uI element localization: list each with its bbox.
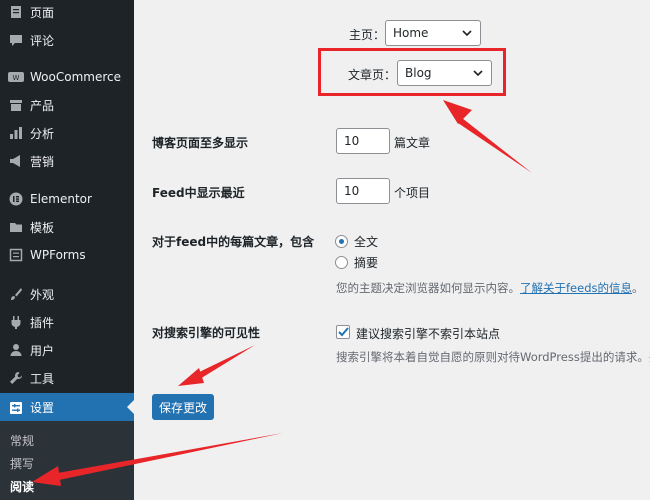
settings-submenu: 常规 撰写 阅读 xyxy=(0,421,134,500)
sidebar-item-label: 分析 xyxy=(30,126,55,141)
svg-text:W: W xyxy=(13,74,20,82)
checkmark-icon xyxy=(338,327,349,337)
posts-per-page-unit: 篇文章 xyxy=(394,136,431,150)
sidebar-item-appearance[interactable]: 外观 xyxy=(0,280,134,308)
sidebar-item-elementor[interactable]: Elementor xyxy=(0,185,134,213)
full-text-radio[interactable] xyxy=(335,235,348,248)
submenu-item-reading[interactable]: 阅读 xyxy=(10,478,34,495)
feed-items-input[interactable]: 10 xyxy=(336,178,390,204)
sidebar-item-marketing[interactable]: 营销 xyxy=(0,147,134,175)
sidebar-item-woocommerce[interactable]: W WooCommerce xyxy=(0,63,134,91)
sidebar-item-label: 用户 xyxy=(30,343,55,358)
sidebar-item-label: WooCommerce xyxy=(30,70,121,84)
sidebar-item-pages[interactable]: 页面 xyxy=(0,0,134,26)
feed-description-text: 您的主题决定浏览器如何显示内容。 xyxy=(336,281,520,295)
sidebar-item-label: Elementor xyxy=(30,192,92,206)
summary-radio[interactable] xyxy=(335,256,348,269)
comment-icon xyxy=(8,32,24,48)
settings-icon xyxy=(8,400,24,416)
sidebar-item-products[interactable]: 产品 xyxy=(0,91,134,119)
submenu-item-general[interactable]: 常规 xyxy=(10,432,34,449)
sidebar-item-label: 外观 xyxy=(30,287,55,302)
sidebar-item-templates[interactable]: 模板 xyxy=(0,213,134,241)
woocommerce-icon: W xyxy=(8,69,24,85)
full-text-label: 全文 xyxy=(354,235,379,249)
discourage-search-label: 建议搜索引擎不索引本站点 xyxy=(356,327,501,341)
sidebar-item-tools[interactable]: 工具 xyxy=(0,364,134,392)
folder-icon xyxy=(8,219,24,235)
posts-per-page-value: 10 xyxy=(344,134,360,148)
search-visibility-label: 对搜索引擎的可见性 xyxy=(152,326,261,340)
sidebar-item-label: 页面 xyxy=(30,5,55,20)
feed-content-label: 对于feed中的每篇文章，包含 xyxy=(152,235,315,249)
front-page-value: Home xyxy=(393,26,429,40)
sidebar-item-comments[interactable]: 评论 xyxy=(0,26,134,54)
submenu-item-writing[interactable]: 撰写 xyxy=(10,455,34,472)
sidebar-item-users[interactable]: 用户 xyxy=(0,336,134,364)
sidebar-item-wpforms[interactable]: WPForms xyxy=(0,241,134,269)
feed-description-suffix: 。 xyxy=(632,281,644,295)
feed-items-value: 10 xyxy=(344,184,360,198)
save-changes-button[interactable]: 保存更改 xyxy=(152,394,214,420)
archive-icon xyxy=(8,97,24,113)
summary-label: 摘要 xyxy=(354,256,379,270)
bar-chart-icon xyxy=(8,125,24,141)
highlight-box xyxy=(318,48,506,96)
sidebar-item-settings[interactable]: 设置 xyxy=(0,393,134,422)
feed-description: 您的主题决定浏览器如何显示内容。了解关于feeds的信息。 xyxy=(336,280,644,296)
feed-items-label: Feed中显示最近 xyxy=(152,186,245,200)
megaphone-icon xyxy=(8,153,24,169)
sidebar-item-label: WPForms xyxy=(30,248,86,262)
sidebar-item-label: 产品 xyxy=(30,98,55,113)
front-page-label: 主页： xyxy=(349,28,386,42)
discourage-search-checkbox[interactable] xyxy=(336,325,350,339)
paintbrush-icon xyxy=(8,286,24,302)
search-visibility-description: 搜索引擎将本着自觉自愿的原则对待WordPress提出的请求。并 xyxy=(336,350,650,364)
form-icon xyxy=(8,247,24,263)
wrench-icon xyxy=(8,370,24,386)
plugin-icon xyxy=(8,314,24,330)
feeds-info-link[interactable]: 了解关于feeds的信息 xyxy=(520,281,632,295)
elementor-icon xyxy=(8,191,24,207)
sidebar-item-label: 营销 xyxy=(30,154,55,169)
feed-items-unit: 个项目 xyxy=(394,186,431,200)
admin-sidebar: 页面 评论 W WooCommerce 产品 分析 营销 Elementor 模… xyxy=(0,0,134,500)
sidebar-item-label: 工具 xyxy=(30,371,55,386)
sidebar-item-label: 模板 xyxy=(30,220,55,235)
sidebar-item-analytics[interactable]: 分析 xyxy=(0,119,134,147)
user-icon xyxy=(8,342,24,358)
page-icon xyxy=(8,4,24,20)
sidebar-item-label: 评论 xyxy=(30,33,55,48)
sidebar-item-label: 插件 xyxy=(30,315,55,330)
front-page-select[interactable]: Home xyxy=(385,20,481,46)
sidebar-item-label: 设置 xyxy=(30,401,55,415)
sidebar-item-plugins[interactable]: 插件 xyxy=(0,308,134,336)
chevron-down-icon xyxy=(461,27,473,42)
posts-per-page-input[interactable]: 10 xyxy=(336,128,390,154)
posts-per-page-label: 博客页面至多显示 xyxy=(152,136,249,150)
